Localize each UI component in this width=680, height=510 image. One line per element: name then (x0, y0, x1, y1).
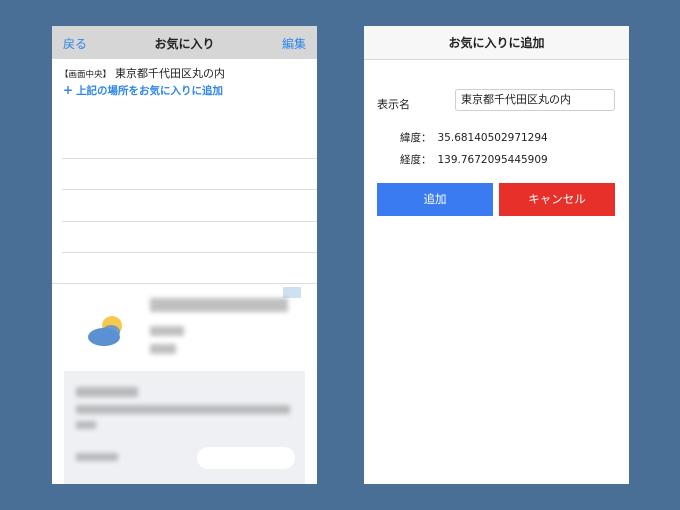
longitude-row: 経度： 139.7672095445909 (400, 152, 548, 167)
center-location-tag: 【画面中央】 (60, 70, 112, 80)
ad-text (150, 326, 184, 336)
center-location-row: 【画面中央】 東京都千代田区丸の内 (60, 65, 225, 81)
plus-icon: + (63, 83, 74, 97)
ad-card-sponsor (76, 453, 118, 461)
weather-icon (88, 316, 122, 346)
add-button[interactable]: 追加 (377, 183, 493, 216)
cancel-button[interactable]: キャンセル (499, 183, 615, 216)
display-name-input[interactable]: 東京都千代田区丸の内 (455, 89, 615, 111)
longitude-value: 139.7672095445909 (437, 154, 548, 166)
ad-badge (283, 287, 301, 298)
list-divider (52, 283, 317, 284)
list-divider (62, 252, 317, 253)
favorites-screen: 戻る お気に入り 編集 【画面中央】 東京都千代田区丸の内 + 上記の場所をお気に入… (52, 26, 317, 484)
latitude-label: 緯度： (400, 132, 432, 144)
list-divider (62, 221, 317, 222)
list-divider (62, 189, 317, 190)
add-favorite-label: 上記の場所をお気に入りに追加 (76, 85, 224, 97)
display-name-label: 表示名 (377, 98, 410, 111)
center-location-address: 東京都千代田区丸の内 (115, 67, 226, 80)
list-divider (62, 158, 317, 159)
ad-card-title (76, 387, 138, 397)
ad-card-button[interactable] (197, 447, 295, 469)
ad-headline (150, 298, 288, 312)
latitude-value: 35.68140502971294 (437, 132, 548, 144)
latitude-row: 緯度： 35.68140502971294 (400, 130, 548, 145)
ad-text (150, 344, 176, 354)
nav-bar: 戻る お気に入り 編集 (52, 26, 317, 59)
longitude-label: 経度： (400, 154, 432, 166)
page-title: お気に入り (154, 37, 215, 51)
ad-card-text (76, 421, 96, 429)
edit-button[interactable]: 編集 (282, 35, 306, 52)
ad-card (64, 371, 305, 484)
page-title: お気に入りに追加 (364, 26, 629, 60)
ad-card-text (76, 405, 290, 414)
add-favorite-screen: お気に入りに追加 表示名 東京都千代田区丸の内 緯度： 35.6814050297… (364, 26, 629, 484)
add-favorite-link[interactable]: + 上記の場所をお気に入りに追加 (63, 83, 223, 98)
